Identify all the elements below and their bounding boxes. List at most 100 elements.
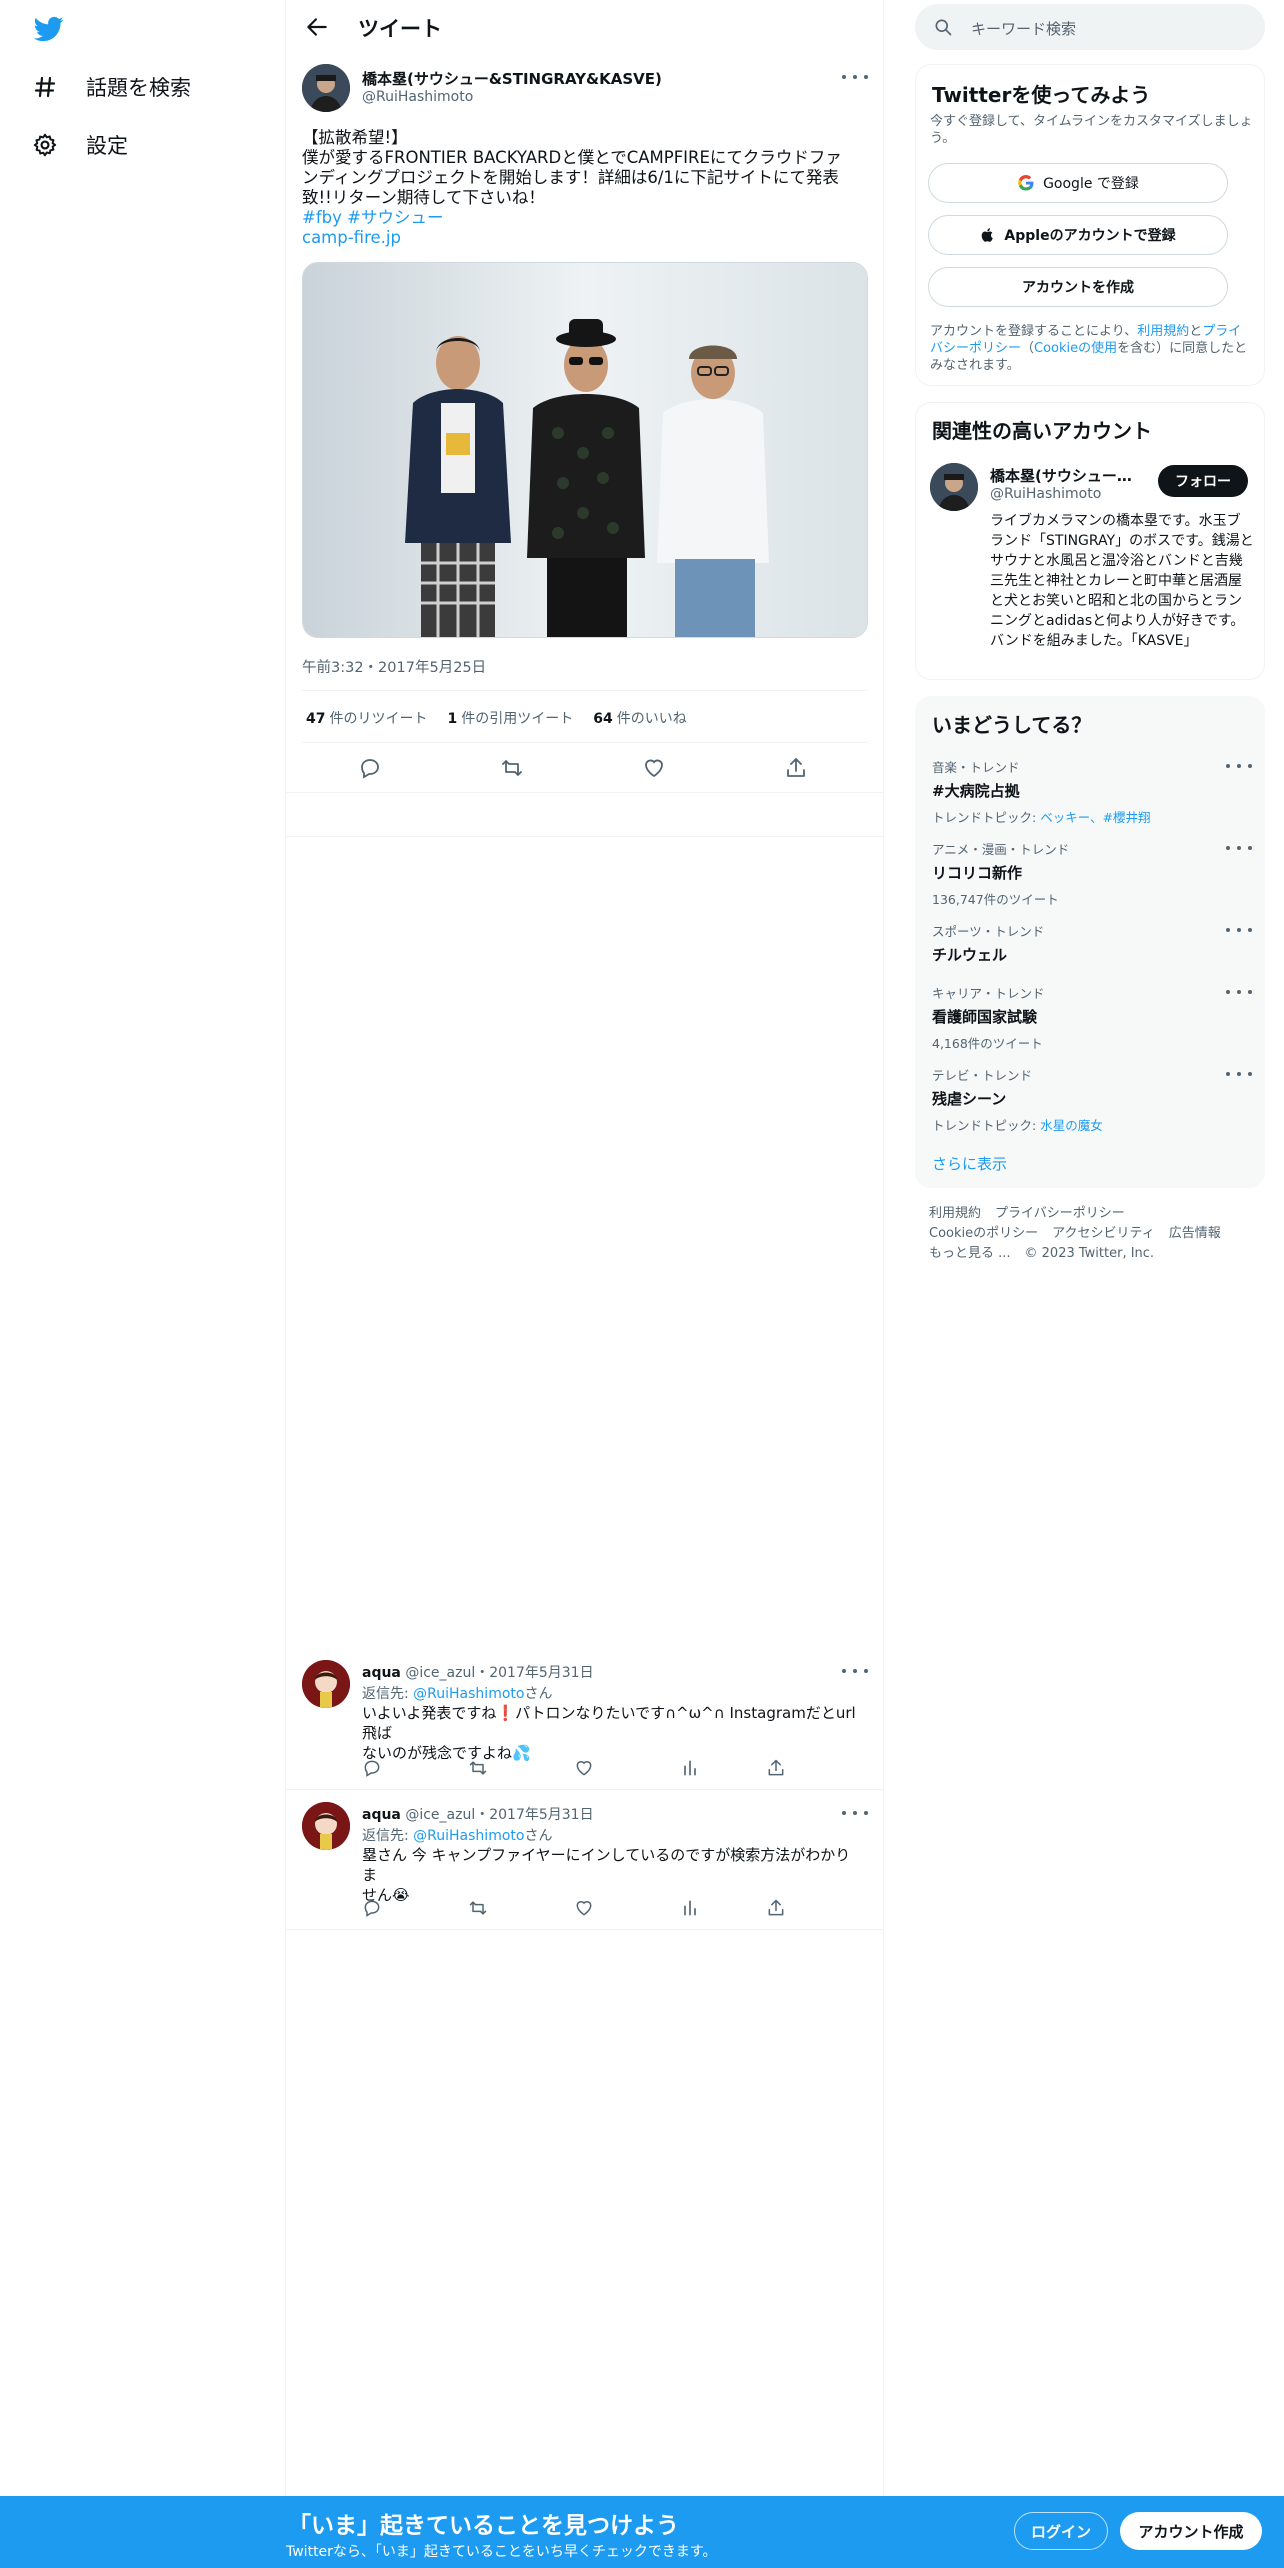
- footer-link[interactable]: 利用規約: [929, 1206, 981, 1221]
- reply-icon[interactable]: [362, 1758, 382, 1778]
- show-more-link[interactable]: さらに表示: [932, 1153, 1007, 1174]
- retweet-icon[interactable]: [468, 1758, 488, 1778]
- trend-more-icon[interactable]: [1226, 841, 1252, 855]
- like-icon[interactable]: [574, 1758, 594, 1778]
- tweet-text: 【拡散希望!】 僕が愛するFRONTIER BACKYARDと僕とでCAMPFI…: [302, 128, 862, 248]
- main-column: ツイート 橋本塁(サウシュー&STINGRAY&KASVE) @RuiHashi…: [286, 0, 884, 2496]
- trend-item[interactable]: アニメ・漫画・トレンド リコリコ新作 136,747件のツイート: [932, 839, 1252, 908]
- google-signup-label: Google で登録: [1043, 176, 1139, 192]
- google-signup-button[interactable]: Google で登録: [928, 163, 1228, 203]
- trend-item[interactable]: スポーツ・トレンド チルウェル: [932, 921, 1252, 965]
- reply-date[interactable]: ・2017年5月31日: [475, 1665, 593, 1681]
- reply-avatar[interactable]: [302, 1660, 350, 1708]
- tweet-photo[interactable]: [302, 262, 868, 638]
- reply-avatar[interactable]: [302, 1802, 350, 1850]
- trend-item[interactable]: テレビ・トレンド 残虐シーン トレンドトピック: 水星の魔女: [932, 1065, 1252, 1134]
- reply-text: 塁さん 今 キャンプファイヤーにインしているのですが検索方法がわかりま せん😭: [362, 1846, 851, 1904]
- tweet-text-line: 僕が愛するFRONTIER BACKYARDと僕とでCAMPFIREにてクラウド…: [302, 148, 842, 167]
- tweet-url-link[interactable]: camp-fire.jp: [302, 228, 401, 247]
- trend-more-icon[interactable]: [1226, 985, 1252, 999]
- create-account-button[interactable]: アカウントを作成: [928, 267, 1228, 307]
- tweet-timestamp[interactable]: 午前3:32・2017年5月25日: [302, 656, 486, 677]
- cookie-link[interactable]: Cookieの使用: [1034, 341, 1117, 356]
- signup-legal: アカウントを登録することにより、利用規約とプライバシーポリシー（Cookieの使…: [930, 324, 1248, 373]
- divider: [286, 836, 883, 837]
- analytics-icon[interactable]: [680, 1758, 700, 1778]
- reply-author-handle[interactable]: @ice_azul: [405, 1665, 475, 1681]
- banner-title: 「いま」起きていることを見つけよう: [288, 2513, 679, 2539]
- signup-button[interactable]: アカウント作成: [1120, 2512, 1262, 2550]
- google-icon: [1018, 174, 1034, 191]
- reply-more-icon[interactable]: [842, 1806, 868, 1820]
- right-sidebar: キーワード検索 Twitterを使ってみよう 今すぐ登録して、タイムラインをカス…: [884, 0, 1284, 2496]
- reply-date[interactable]: ・2017年5月31日: [475, 1807, 593, 1823]
- mention-link[interactable]: @RuiHashimoto: [413, 1686, 524, 1702]
- mention-link[interactable]: @RuiHashimoto: [413, 1828, 524, 1844]
- reply-author-name[interactable]: aqua: [362, 1807, 401, 1823]
- like-icon[interactable]: [642, 756, 666, 780]
- trend-item[interactable]: 音楽・トレンド #大病院占拠 トレンドトピック: ベッキー、#櫻井翔: [932, 757, 1252, 826]
- search-box[interactable]: キーワード検索: [915, 4, 1265, 50]
- trends-title: いまどうしてる？: [932, 713, 1092, 737]
- reply-tweet[interactable]: aqua @ice_azul・2017年5月31日 返信先: @RuiHashi…: [286, 1648, 883, 1790]
- author-name[interactable]: 橋本塁(サウシュー&STINGRAY&KASVE): [362, 68, 662, 89]
- reply-author-name[interactable]: aqua: [362, 1665, 401, 1681]
- hashtag-link[interactable]: #fby: [302, 208, 342, 227]
- related-title: 関連性の高いアカウント: [932, 419, 1152, 443]
- create-account-label: アカウントを作成: [1022, 280, 1134, 296]
- left-nav: 話題を検索 設定: [0, 0, 286, 2496]
- related-name[interactable]: 橋本塁(サウシュー&...: [990, 465, 1140, 486]
- author-avatar[interactable]: [302, 64, 350, 112]
- back-arrow-icon[interactable]: [304, 14, 330, 40]
- related-avatar[interactable]: [930, 463, 978, 511]
- signup-title: Twitterを使ってみよう: [932, 83, 1151, 107]
- divider: [286, 792, 883, 793]
- related-handle[interactable]: @RuiHashimoto: [990, 486, 1101, 502]
- search-input[interactable]: キーワード検索: [971, 18, 1076, 39]
- terms-link[interactable]: 利用規約: [1137, 324, 1189, 339]
- trend-more-icon[interactable]: [1226, 1067, 1252, 1081]
- footer-link[interactable]: アクセシビリティ: [1052, 1226, 1155, 1241]
- apple-signup-button[interactable]: Appleのアカウントで登録: [928, 215, 1228, 255]
- trend-more-icon[interactable]: [1226, 759, 1252, 773]
- share-icon[interactable]: [766, 1898, 786, 1918]
- trend-item[interactable]: キャリア・トレンド 看護師国家試験 4,168件のツイート: [932, 983, 1252, 1052]
- copyright: © 2023 Twitter, Inc.: [1024, 1246, 1155, 1261]
- share-icon[interactable]: [766, 1758, 786, 1778]
- reply-icon[interactable]: [358, 756, 382, 780]
- retweet-icon[interactable]: [468, 1898, 488, 1918]
- trends-card: いまどうしてる？ 音楽・トレンド #大病院占拠 トレンドトピック: ベッキー、#…: [915, 696, 1265, 1188]
- tweet-more-icon[interactable]: [842, 70, 868, 84]
- trend-more-icon[interactable]: [1226, 923, 1252, 937]
- login-button[interactable]: ログイン: [1014, 2512, 1108, 2550]
- quotes-stat[interactable]: 1 件の引用ツイート: [447, 708, 573, 728]
- footer-link[interactable]: プライバシーポリシー: [995, 1206, 1125, 1221]
- nav-settings[interactable]: 設定: [30, 130, 128, 160]
- footer-link[interactable]: 広告情報: [1169, 1226, 1221, 1241]
- gear-icon: [30, 130, 60, 160]
- nav-explore[interactable]: 話題を検索: [30, 72, 191, 102]
- reply-actions: [362, 1898, 822, 1920]
- likes-stat[interactable]: 64 件のいいね: [593, 708, 686, 728]
- main-header: ツイート: [286, 0, 883, 54]
- footer-link[interactable]: Cookieのポリシー: [929, 1226, 1038, 1241]
- reply-to: 返信先: @RuiHashimotoさん: [362, 1686, 553, 1702]
- twitter-logo-icon[interactable]: [32, 14, 66, 44]
- share-icon[interactable]: [784, 756, 808, 780]
- retweets-stat[interactable]: 47 件のリツイート: [306, 708, 427, 728]
- reply-icon[interactable]: [362, 1898, 382, 1918]
- tweet-text-line: 【拡散希望!】: [302, 128, 408, 147]
- analytics-icon[interactable]: [680, 1898, 700, 1918]
- search-icon: [935, 19, 952, 36]
- reply-author-handle[interactable]: @ice_azul: [405, 1807, 475, 1823]
- hashtag-link[interactable]: #サウシュー: [347, 208, 443, 227]
- footer-more-link[interactable]: もっと見る ...: [929, 1246, 1011, 1261]
- like-icon[interactable]: [574, 1898, 594, 1918]
- author-handle[interactable]: @RuiHashimoto: [362, 89, 473, 105]
- tweet-text-line: ンディングプロジェクトを開始します！詳細は6/1に下記サイトにて発表: [302, 168, 839, 187]
- reply-tweet[interactable]: aqua @ice_azul・2017年5月31日 返信先: @RuiHashi…: [286, 1790, 883, 1930]
- reply-more-icon[interactable]: [842, 1664, 868, 1678]
- retweet-icon[interactable]: [500, 756, 524, 780]
- follow-button[interactable]: フォロー: [1158, 465, 1248, 497]
- reply-text: いよいよ発表ですね❗️パトロンなりたいです∩^ω^∩ Instagramだとur…: [362, 1704, 856, 1762]
